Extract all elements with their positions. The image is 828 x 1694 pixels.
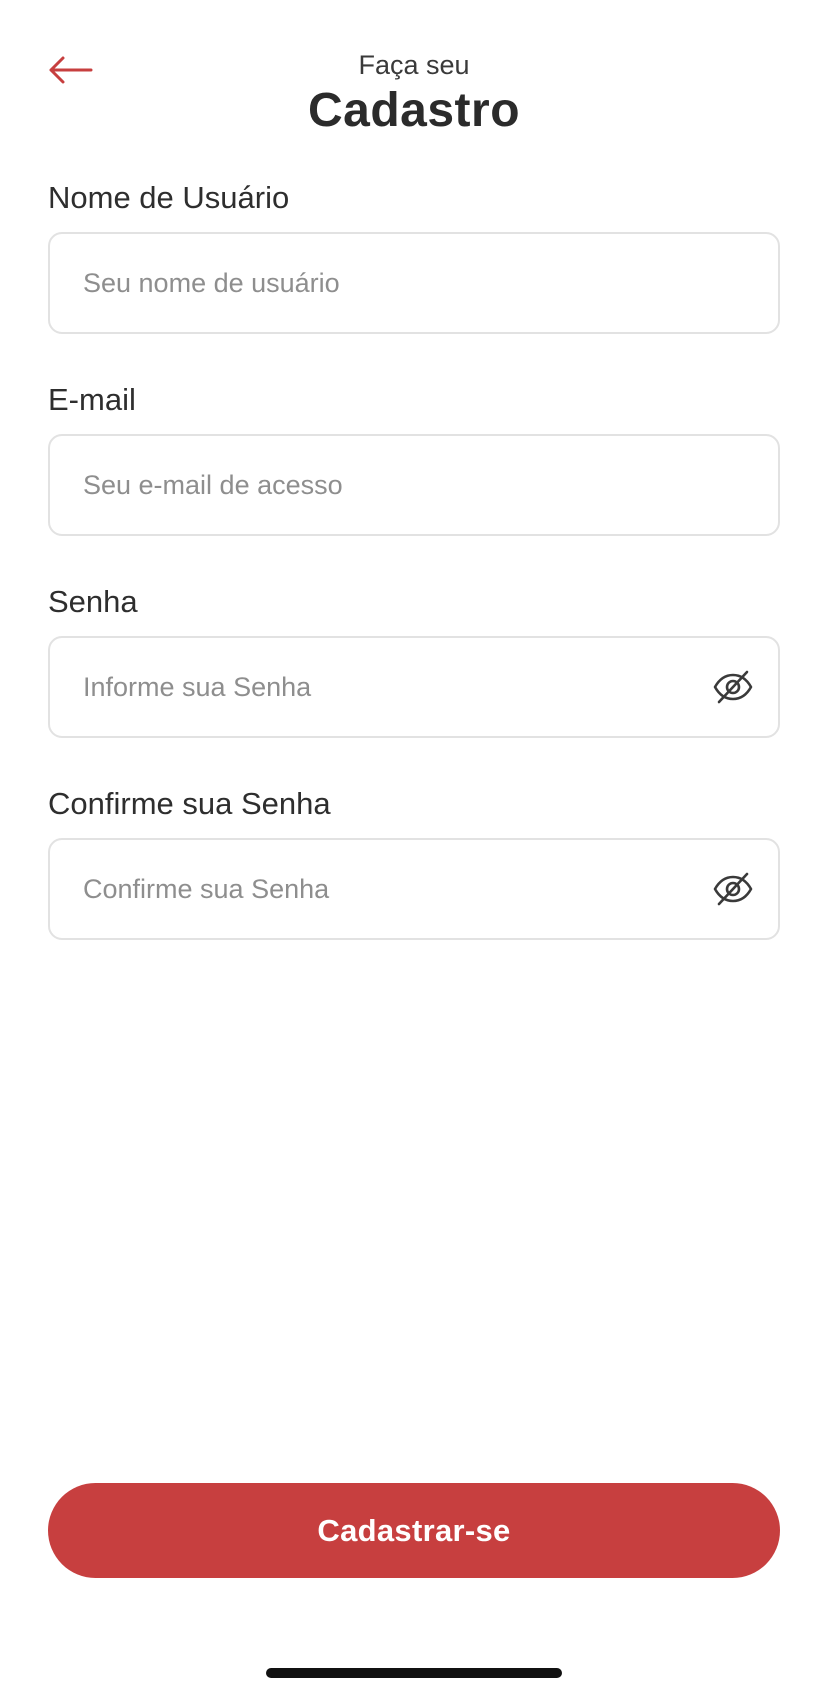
password-visibility-toggle[interactable] [710, 664, 756, 710]
password-label: Senha [48, 584, 138, 619]
eye-off-icon [713, 670, 753, 704]
password-input-box [48, 636, 780, 738]
eye-off-icon [713, 872, 753, 906]
password-field: Senha [48, 580, 780, 738]
email-input[interactable] [50, 436, 778, 534]
username-field: Nome de Usuário [48, 176, 780, 334]
email-input-box [48, 434, 780, 536]
email-label: E-mail [48, 382, 136, 417]
username-input[interactable] [50, 234, 778, 332]
signup-form: Nome de Usuário E-mail Senha [48, 176, 780, 984]
signup-screen: Faça seu Cadastro Nome de Usuário E-mail… [0, 0, 828, 1694]
confirm-password-label: Confirme sua Senha [48, 786, 331, 821]
username-label: Nome de Usuário [48, 180, 290, 215]
home-indicator [266, 1668, 562, 1678]
arrow-left-icon [49, 56, 93, 84]
page-title: Cadastro [307, 84, 521, 137]
back-button[interactable] [44, 48, 96, 92]
page-subtitle: Faça seu [358, 50, 470, 80]
confirm-password-visibility-toggle[interactable] [710, 866, 756, 912]
confirm-password-input-box [48, 838, 780, 940]
username-input-box [48, 232, 780, 334]
confirm-password-field: Confirme sua Senha [48, 782, 780, 940]
email-field: E-mail [48, 378, 780, 536]
password-input[interactable] [50, 638, 778, 736]
signup-submit-button[interactable]: Cadastrar-se [48, 1483, 780, 1578]
confirm-password-input[interactable] [50, 840, 778, 938]
page-header: Faça seu Cadastro [0, 48, 828, 140]
